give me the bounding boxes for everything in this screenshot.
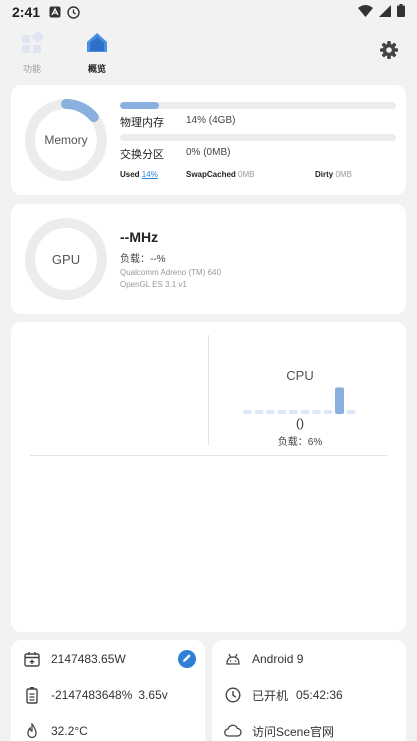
system-info-card[interactable]: Android 9 已开机 05:42:36 访问Scene官网 [212, 640, 406, 741]
cpu-load: 负载：6% [243, 433, 357, 448]
swap-label: 交换分区 [120, 149, 164, 161]
settings-button[interactable] [379, 40, 399, 60]
cpu-core-bar [243, 410, 252, 414]
gpu-gl-version: OpenGL ES 3.1 v1 [120, 280, 187, 289]
gpu-renderer: Qualcomm Adreno (TM) 640 [120, 268, 221, 277]
swapcached-label: SwapCached [186, 170, 236, 179]
uptime-row: 已开机 05:42:36 [224, 686, 343, 704]
notification-a-icon [48, 6, 61, 19]
cpu-core-bar [323, 410, 333, 414]
wifi-icon [358, 4, 373, 20]
gpu-card[interactable]: GPU --MHz 负载：--% Qualcomm Adreno (TM) 64… [11, 204, 406, 314]
tab-overview[interactable]: 概览 [73, 32, 121, 74]
cpu-core-bar [254, 410, 264, 414]
battery-row: -2147483648% 3.65v [23, 686, 168, 704]
swap-bar [120, 134, 396, 141]
cpu-core-bar [346, 410, 356, 414]
edit-button[interactable] [178, 650, 196, 668]
gpu-load-label: 负载： [120, 254, 150, 265]
cpu-label: CPU [286, 368, 314, 383]
swapcached-value: 0MB [238, 170, 255, 179]
calendar-plus-icon [23, 650, 41, 668]
pencil-icon [182, 650, 192, 668]
flame-icon [23, 722, 41, 740]
cpu-core-bar [266, 410, 275, 414]
android-row: Android 9 [224, 650, 303, 668]
physical-memory-bar-fill [120, 102, 159, 109]
cpu-core-chart [243, 387, 356, 414]
power-value: 2147483.65W [51, 652, 126, 666]
power-row: 2147483.65W [23, 650, 126, 668]
tab-functions-label: 功能 [22, 64, 41, 74]
cpu-card-separator [30, 455, 387, 456]
physical-memory-bar [120, 102, 396, 109]
tab-overview-label: 概览 [87, 64, 106, 74]
dirty-stat: Dirty 0MB [315, 170, 352, 179]
status-bar: 2:41 [0, 0, 417, 24]
home-icon [85, 32, 109, 59]
cpu-divider [208, 335, 209, 445]
cpu-load-label: 负载： [277, 437, 308, 448]
temperature-value: 32.2°C [51, 724, 88, 738]
physical-memory-value: 14% (4GB) [186, 115, 236, 126]
cpu-core-bar [300, 410, 310, 414]
battery-status-icon [23, 686, 41, 704]
gpu-ring-label: GPU [51, 252, 81, 267]
memory-ring-label: Memory [44, 133, 88, 147]
used-label: Used [120, 170, 140, 179]
physical-memory-label: 物理内存 [120, 117, 164, 129]
battery-percent: -2147483648% [51, 688, 133, 702]
tab-functions[interactable]: 功能 [8, 30, 56, 74]
android-icon [224, 650, 242, 668]
cloud-icon [224, 722, 242, 740]
clock-icon [67, 5, 80, 19]
used-value: 14% [141, 170, 158, 179]
uptime-label: 已开机 [252, 688, 289, 703]
swap-value: 0% (0MB) [186, 147, 231, 158]
cpu-core-bar [335, 387, 344, 414]
battery-voltage: 3.65v [138, 688, 168, 702]
cpu-core-bar [277, 410, 287, 414]
gpu-load-value: --% [150, 254, 166, 265]
cpu-frequency: () [296, 416, 304, 430]
status-time: 2:41 [12, 4, 41, 20]
top-nav: 功能 概览 [0, 28, 417, 74]
signal-icon [379, 4, 391, 20]
used-stat: Used 14% [120, 170, 158, 179]
functions-icon [21, 30, 44, 59]
visit-website-link[interactable]: 访问Scene官网 [224, 722, 334, 740]
cpu-card[interactable]: CPU () 负载：6% [11, 322, 406, 632]
memory-card[interactable]: Memory 物理内存 14% (4GB) 交换分区 0% (0MB) Used… [11, 85, 406, 195]
uptime-value: 05:42:36 [296, 688, 343, 702]
gear-icon [379, 41, 399, 64]
cpu-core-bar [312, 410, 321, 414]
temperature-row: 32.2°C [23, 722, 88, 740]
swapcached-stat: SwapCached 0MB [186, 170, 254, 179]
gpu-load: 负载：--% [120, 250, 166, 265]
battery-icon [397, 4, 405, 20]
dirty-value: 0MB [335, 170, 352, 179]
gpu-frequency: --MHz [120, 229, 159, 245]
visit-website-label: 访问Scene官网 [252, 724, 335, 739]
cpu-load-value: 6% [307, 437, 323, 448]
cpu-core-bar [289, 410, 298, 414]
android-version: Android 9 [252, 652, 304, 666]
dirty-label: Dirty [315, 170, 334, 179]
device-stats-card[interactable]: 2147483.65W -2147483648% 3.65v 32.2°C [11, 640, 205, 741]
clock-icon [224, 686, 242, 704]
